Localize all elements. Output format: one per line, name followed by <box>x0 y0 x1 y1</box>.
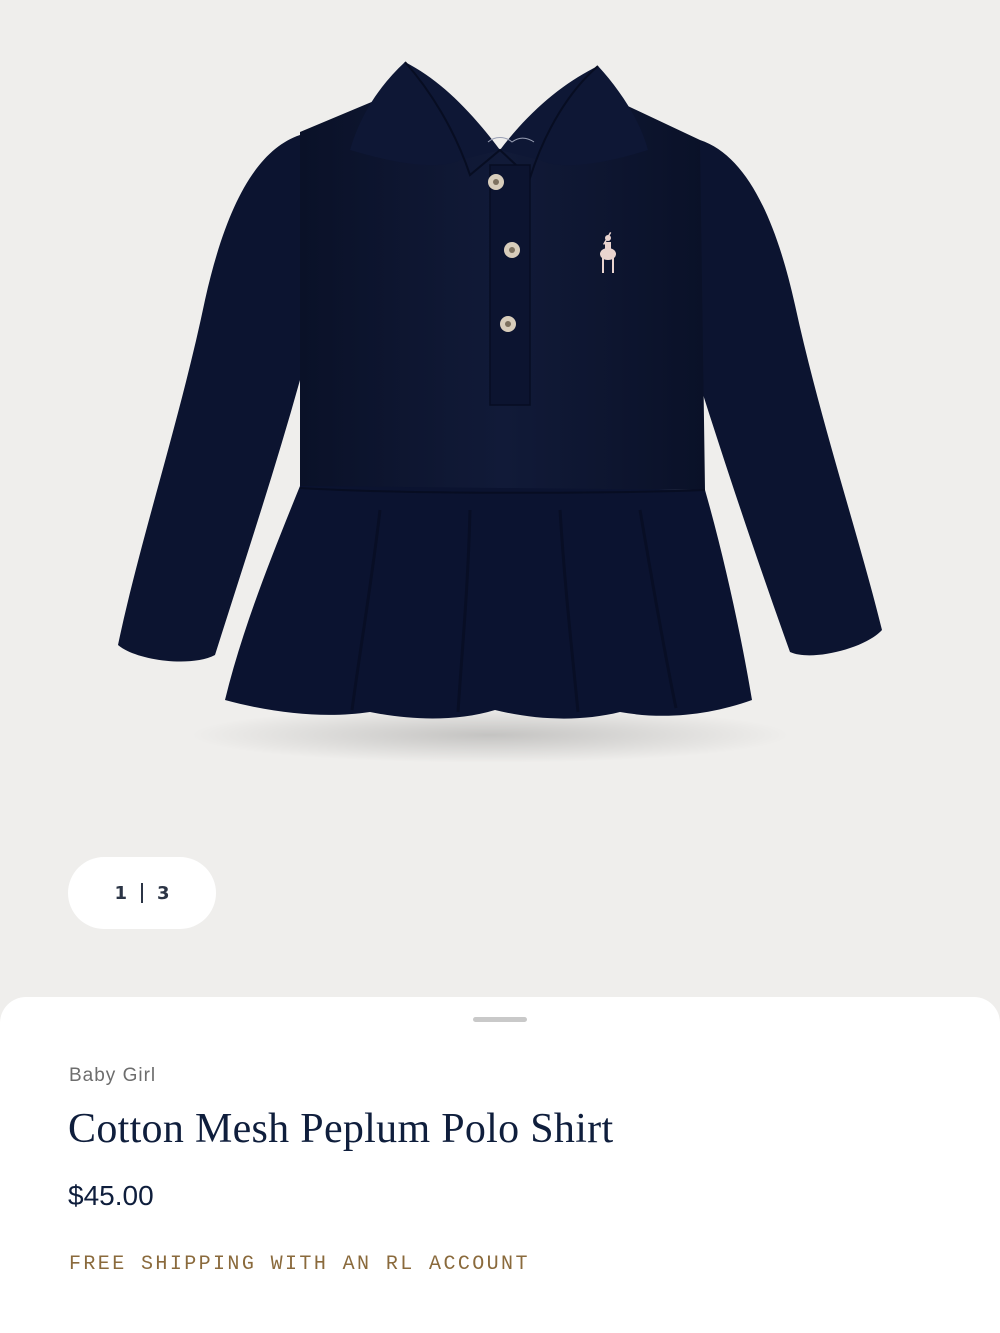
product-category: Baby Girl <box>69 1065 157 1086</box>
sheet-drag-handle[interactable] <box>473 1017 527 1022</box>
product-info-sheet[interactable]: Baby Girl Cotton Mesh Peplum Polo Shirt … <box>0 997 1000 1333</box>
pager-total: 3 <box>157 882 170 904</box>
product-price: $45.00 <box>68 1180 154 1211</box>
pager-divider <box>141 883 143 903</box>
product-image-gallery[interactable]: 1 3 <box>0 0 1000 1000</box>
pager-current: 1 <box>114 882 127 904</box>
product-image <box>118 61 882 763</box>
image-pager[interactable]: 1 3 <box>68 857 216 929</box>
free-shipping-link[interactable]: FREE SHIPPING WITH AN RL ACCOUNT <box>69 1253 530 1276</box>
product-title: Cotton Mesh Peplum Polo Shirt <box>68 1106 614 1152</box>
product-detail-page: 1 3 Baby Girl Cotton Mesh Peplum Polo Sh… <box>0 0 1000 1333</box>
